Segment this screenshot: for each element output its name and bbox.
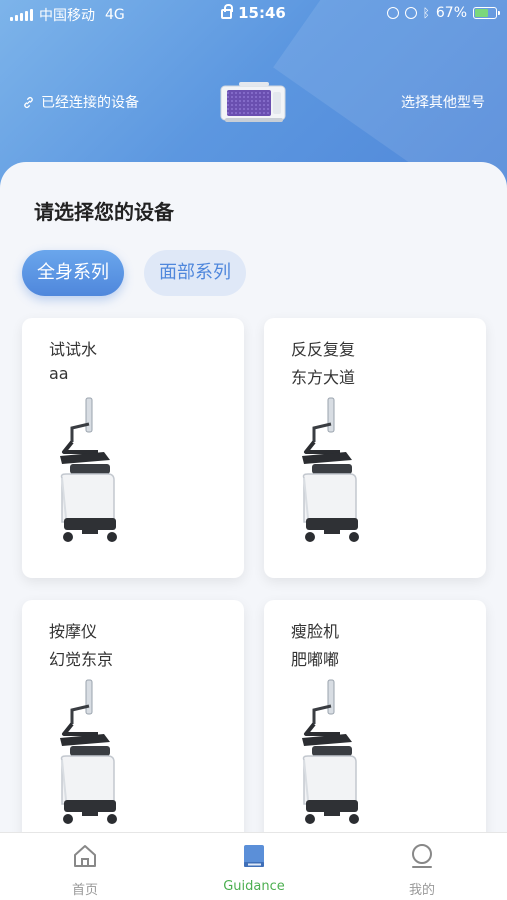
- ultrasound-machine-image: [60, 397, 117, 542]
- home-icon: [74, 845, 96, 867]
- tabbar-item-home[interactable]: 首页: [25, 843, 145, 898]
- book-icon: [244, 845, 264, 867]
- connected-device-label: 已经连接的设备: [41, 95, 139, 111]
- device-card[interactable]: 试试水 aa: [22, 318, 244, 578]
- profile-icon: [412, 844, 432, 868]
- device-selection-panel: 请选择您的设备 全身系列 面部系列 试试水 aa 反反复复 东方大道 按摩仪 幻: [0, 162, 507, 860]
- select-other-model-button[interactable]: 选择其他型号: [401, 92, 485, 112]
- ultrasound-machine-image: [302, 679, 359, 824]
- device-subtitle: aa: [49, 364, 69, 383]
- device-card[interactable]: 瘦脸机 肥嘟嘟: [264, 600, 486, 860]
- device-subtitle: 肥嘟嘟: [291, 650, 340, 669]
- connected-device-link[interactable]: 已经连接的设备: [22, 92, 139, 112]
- device-name: 试试水: [49, 340, 98, 359]
- link-icon: [24, 96, 33, 108]
- clock-time: 15:46: [238, 4, 286, 22]
- device-subtitle: 幻觉东京: [49, 650, 114, 669]
- device-card[interactable]: 按摩仪 幻觉东京: [22, 600, 244, 860]
- alarm-icon: [404, 7, 417, 19]
- rotation-lock-icon: [386, 7, 399, 19]
- device-card[interactable]: 反反复复 东方大道: [264, 318, 486, 578]
- lock-icon: [221, 4, 234, 19]
- tabbar-label-home: 首页: [71, 883, 98, 898]
- tab-face-series[interactable]: 面部系列: [144, 250, 246, 296]
- battery-percent: 67%: [435, 5, 467, 21]
- device-name: 瘦脸机: [291, 622, 340, 641]
- tabbar-label-guidance: Guidance: [223, 879, 285, 894]
- status-bar: 中国移动 4G 15:46 ᛒ 67%: [0, 0, 507, 28]
- device-subtitle: 东方大道: [291, 368, 356, 387]
- series-tabs: 全身系列 面部系列: [22, 250, 246, 296]
- ultrasound-machine-image: [60, 679, 117, 824]
- tabbar-item-profile[interactable]: 我的: [362, 843, 482, 898]
- battery-icon: [473, 7, 500, 19]
- page-title: 请选择您的设备: [34, 200, 174, 224]
- device-name: 按摩仪: [49, 622, 98, 641]
- tabbar-label-profile: 我的: [408, 883, 435, 898]
- tab-full-body-series[interactable]: 全身系列: [22, 250, 124, 296]
- bluetooth-icon: ᛒ: [422, 6, 430, 20]
- bottom-tab-bar: 首页 Guidance 我的: [0, 832, 507, 900]
- ultrasound-machine-image: [302, 397, 359, 542]
- device-name: 反反复复: [291, 340, 356, 359]
- tabbar-item-guidance[interactable]: Guidance: [194, 843, 314, 894]
- connected-device-image: [220, 82, 286, 122]
